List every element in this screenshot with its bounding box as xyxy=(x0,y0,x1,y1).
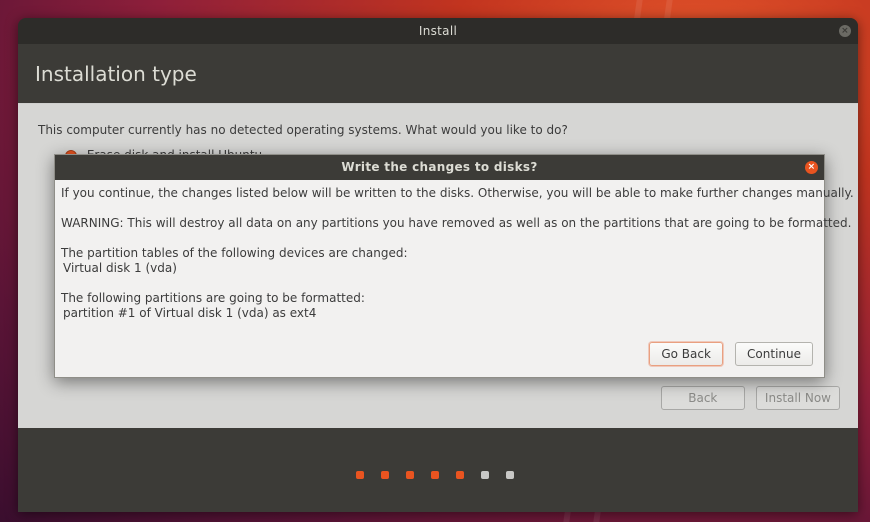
window-title: Install xyxy=(418,24,458,38)
progress-dot-pending xyxy=(506,471,514,479)
page-title: Installation type xyxy=(35,62,197,86)
progress-dot-done xyxy=(406,471,414,479)
partition-tables-item: Virtual disk 1 (vda) xyxy=(63,261,177,275)
progress-footer xyxy=(18,428,858,512)
progress-dot-done xyxy=(381,471,389,479)
dialog-warning-text: WARNING: This will destroy all data on a… xyxy=(61,216,852,230)
progress-dot-done xyxy=(431,471,439,479)
dialog-buttons: Go Back Continue xyxy=(642,342,813,366)
format-item: partition #1 of Virtual disk 1 (vda) as … xyxy=(63,306,317,320)
window-titlebar: Install × xyxy=(18,18,858,44)
confirm-dialog: Write the changes to disks? × If you con… xyxy=(54,154,854,378)
page-header: Installation type xyxy=(18,44,858,103)
dialog-titlebar: Write the changes to disks? × xyxy=(55,155,824,180)
go-back-button[interactable]: Go Back xyxy=(649,342,723,366)
progress-dot-pending xyxy=(481,471,489,479)
progress-dot-done xyxy=(456,471,464,479)
window-close-icon[interactable]: × xyxy=(839,25,851,37)
navigation-buttons: Back Install Now xyxy=(655,386,840,410)
dialog-intro-text: If you continue, the changes listed belo… xyxy=(61,186,854,200)
progress-dots xyxy=(356,464,531,483)
back-button[interactable]: Back xyxy=(660,386,745,410)
install-now-button[interactable]: Install Now xyxy=(755,386,840,410)
dialog-body: If you continue, the changes listed belo… xyxy=(55,180,854,321)
partition-tables-heading: The partition tables of the following de… xyxy=(61,246,408,260)
dialog-close-icon[interactable]: × xyxy=(805,161,818,174)
question-text: This computer currently has no detected … xyxy=(38,123,568,137)
continue-button[interactable]: Continue xyxy=(735,342,813,366)
format-heading: The following partitions are going to be… xyxy=(61,291,365,305)
progress-dot-done xyxy=(356,471,364,479)
dialog-title: Write the changes to disks? xyxy=(341,160,538,174)
